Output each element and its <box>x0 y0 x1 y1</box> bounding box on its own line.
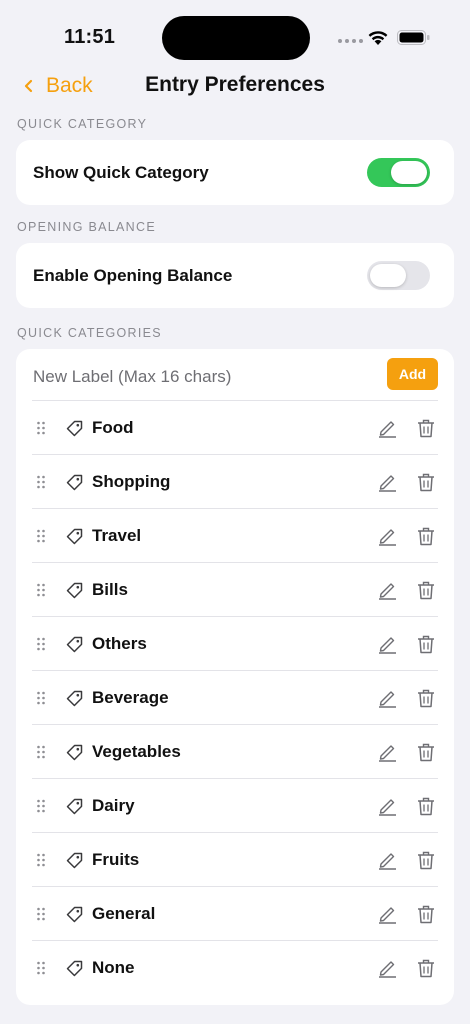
category-row[interactable]: General <box>32 886 438 940</box>
wifi-icon <box>368 31 388 45</box>
enable-opening-balance-toggle[interactable] <box>367 261 430 290</box>
category-name: Fruits <box>92 850 140 869</box>
trash-icon[interactable] <box>417 743 435 762</box>
category-name: Travel <box>92 526 142 545</box>
tag-icon <box>66 420 83 437</box>
edit-pencil-icon[interactable] <box>378 850 397 870</box>
edit-pencil-icon[interactable] <box>378 958 397 978</box>
drag-handle-icon[interactable] <box>36 421 46 435</box>
trash-icon[interactable] <box>417 797 435 816</box>
drag-handle-icon[interactable] <box>36 529 46 543</box>
category-row[interactable]: None <box>32 940 438 994</box>
trash-icon[interactable] <box>417 527 435 546</box>
drag-handle-icon[interactable] <box>36 907 46 921</box>
category-name: Beverage <box>92 688 169 707</box>
category-row[interactable]: Shopping <box>32 454 438 508</box>
category-name: Bills <box>92 580 128 599</box>
category-row[interactable]: Fruits <box>32 832 438 886</box>
navigation-bar: Back Entry Preferences <box>0 70 470 104</box>
trash-icon[interactable] <box>417 473 435 492</box>
status-time: 11:51 <box>64 26 116 48</box>
category-name: Dairy <box>92 796 135 815</box>
add-button[interactable]: Add <box>387 358 438 390</box>
edit-pencil-icon[interactable] <box>378 472 397 492</box>
edit-pencil-icon[interactable] <box>378 904 397 924</box>
battery-icon <box>397 30 430 45</box>
trash-icon[interactable] <box>417 851 435 870</box>
dynamic-island <box>162 16 310 60</box>
show-quick-category-label: Show Quick Category <box>33 163 209 182</box>
quick-categories-card: New Label (Max 16 chars) Add Food Shoppin… <box>16 349 454 1005</box>
drag-handle-icon[interactable] <box>36 691 46 705</box>
tag-icon <box>66 852 83 869</box>
trash-icon[interactable] <box>417 419 435 438</box>
tag-icon <box>66 798 83 815</box>
cellular-signal-icon <box>338 39 363 43</box>
edit-pencil-icon[interactable] <box>378 634 397 654</box>
tag-icon <box>66 528 83 545</box>
category-name: Shopping <box>92 472 171 491</box>
tag-icon <box>66 744 83 761</box>
enable-opening-balance-label: Enable Opening Balance <box>33 266 233 285</box>
drag-handle-icon[interactable] <box>36 961 46 975</box>
tag-icon <box>66 636 83 653</box>
trash-icon[interactable] <box>417 635 435 654</box>
category-name: Others <box>92 634 147 653</box>
category-name: General <box>92 904 156 923</box>
edit-pencil-icon[interactable] <box>378 796 397 816</box>
drag-handle-icon[interactable] <box>36 475 46 489</box>
category-row[interactable]: Others <box>32 616 438 670</box>
toggle-knob <box>391 161 427 184</box>
section-header-quick-category: QUICK CATEGORY <box>17 117 148 131</box>
drag-handle-icon[interactable] <box>36 745 46 759</box>
opening-balance-card: Enable Opening Balance <box>16 243 454 308</box>
drag-handle-icon[interactable] <box>36 583 46 597</box>
category-row[interactable]: Vegetables <box>32 724 438 778</box>
tag-icon <box>66 690 83 707</box>
status-bar: 11:51 <box>0 0 470 70</box>
show-quick-category-toggle[interactable] <box>367 158 430 187</box>
category-row[interactable]: Beverage <box>32 670 438 724</box>
trash-icon[interactable] <box>417 905 435 924</box>
tag-icon <box>66 474 83 491</box>
category-name: Vegetables <box>92 742 181 761</box>
section-header-quick-categories: QUICK CATEGORIES <box>17 326 162 340</box>
page-title: Entry Preferences <box>145 73 325 96</box>
edit-pencil-icon[interactable] <box>378 580 397 600</box>
trash-icon[interactable] <box>417 581 435 600</box>
category-row[interactable]: Dairy <box>32 778 438 832</box>
tag-icon <box>66 906 83 923</box>
edit-pencil-icon[interactable] <box>378 742 397 762</box>
tag-icon <box>66 960 83 977</box>
category-row[interactable]: Food <box>32 400 438 454</box>
drag-handle-icon[interactable] <box>36 853 46 867</box>
category-name: None <box>92 958 135 977</box>
category-list: Food Shopping Travel Bills Others Beverage Veg… <box>32 400 438 994</box>
tag-icon <box>66 582 83 599</box>
edit-pencil-icon[interactable] <box>378 688 397 708</box>
toggle-knob <box>370 264 406 287</box>
drag-handle-icon[interactable] <box>36 799 46 813</box>
new-label-input[interactable]: New Label (Max 16 chars) <box>33 367 231 387</box>
trash-icon[interactable] <box>417 689 435 708</box>
section-header-opening-balance: OPENING BALANCE <box>17 220 156 234</box>
edit-pencil-icon[interactable] <box>378 526 397 546</box>
edit-pencil-icon[interactable] <box>378 418 397 438</box>
category-row[interactable]: Bills <box>32 562 438 616</box>
drag-handle-icon[interactable] <box>36 637 46 651</box>
category-row[interactable]: Travel <box>32 508 438 562</box>
trash-icon[interactable] <box>417 959 435 978</box>
quick-category-card: Show Quick Category <box>16 140 454 205</box>
category-name: Food <box>92 418 134 437</box>
